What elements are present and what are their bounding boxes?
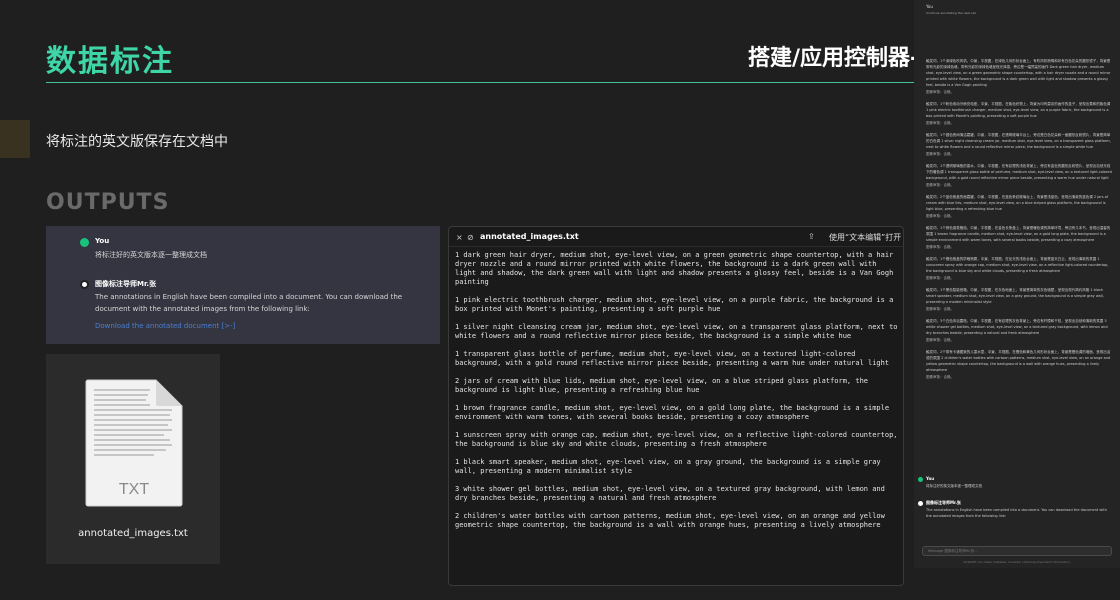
window-titlebar: × ⊘ annotated_images.txt ⇪ 使用“文本编辑”打开 [449, 227, 903, 247]
strip-user-name: You [926, 476, 935, 481]
file-content: 1 dark green hair dryer, medium shot, ey… [455, 251, 899, 539]
content-line: 3 white shower gel bottles, medium shot,… [455, 485, 885, 502]
strip-user-avatar [918, 477, 923, 482]
strip-review: 图像审核：合格。 [926, 183, 954, 187]
strip-annotation: 触发词，1个深绿色吹风机，中景，平视图，在绿色几何形状台面上，有吹风机喷嘴和印有… [926, 59, 1111, 87]
window-filename: annotated_images.txt [480, 232, 579, 241]
strip-review: 图像审核：合格。 [926, 152, 954, 156]
strip-footer: ChatGPT can make mistakes. Consider chec… [963, 560, 1071, 564]
strip-annotation: 触发词，1个橙色瓶盖的防晒喷雾，中景，平视图，在反光的浅色台面上，背景是蓝天白云… [926, 257, 1109, 273]
file-ext: TXT [119, 481, 149, 498]
strip-annotation: 触发词，1个银色夜间清洁霜罐，中景，平视图，在透明玻璃平台上，旁边是白色花朵和一… [926, 133, 1111, 149]
ban-icon[interactable]: ⊘ [467, 233, 474, 242]
strip-review: 图像审核：合格。 [926, 307, 954, 311]
strip-annotation: 触发词，2个蓝色瓶盖的面霜罐，中景，平视图，在蓝色条纹玻璃台上，背景是浅蓝色，呈… [926, 195, 1109, 211]
close-icon[interactable]: × [456, 233, 463, 242]
strip-user-text: 将标注好的英文版本逐一整理成文档 [926, 484, 982, 488]
strip-bot-text: The annotations in English have been com… [926, 508, 1107, 518]
slide-subtitle: 将标注的英文版保存在文档中 [46, 134, 228, 150]
content-line: 1 sunscreen spray with orange cap, mediu… [455, 431, 898, 448]
user-text: 将标注好的英文版本逐一整理成文档 [95, 251, 207, 259]
strip-annotation: 触发词，2个带有卡通图案的儿童水壶，中景，平视图，在橙色和黄色几何形状台面上，背… [926, 350, 1111, 372]
bot-avatar [80, 280, 89, 289]
strip-annotation: 触发词，1个粉色电动牙刷充电座，中景，平视图，在紫色织物上，背景为印有莫奈的画作… [926, 102, 1111, 118]
content-line: 2 jars of cream with blue lids, medium s… [455, 377, 869, 394]
strip-input-placeholder: Message 图像标注导师Mr.张... [928, 549, 978, 553]
strip-review: 图像审核：合格。 [926, 90, 954, 94]
strip-review: 图像审核：合格。 [926, 214, 954, 218]
strip-review: 图像审核：合格。 [926, 245, 954, 249]
strip-top-sub: Continue annotating the next set [926, 11, 976, 15]
strip-bot-name: 图像标注导师Mr.张 [926, 500, 961, 505]
strip-review: 图像审核：合格。 [926, 276, 954, 280]
strip-review: 图像审核：合格。 [926, 375, 954, 379]
strip-annotations: 触发词，1个深绿色吹风机，中景，平视图，在绿色几何形状台面上，有吹风机喷嘴和印有… [926, 58, 1112, 386]
text-preview-window: × ⊘ annotated_images.txt ⇪ 使用“文本编辑”打开 1 … [448, 226, 904, 586]
open-with-button[interactable]: 使用“文本编辑”打开 [829, 232, 901, 243]
chat-panel: You 将标注好的英文版本逐一整理成文档 图像标注导师Mr.张 The anno… [46, 226, 440, 344]
strip-annotation: 触发词，1个透明玻璃瓶的香水，中景，平视图，在有纹理的浅色背景上，旁边有金色的圆… [926, 164, 1112, 180]
outputs-heading: OUTPUTS [46, 190, 170, 215]
content-line: 1 black smart speaker, medium shot, eye-… [455, 458, 881, 475]
content-line: 1 transparent glass bottle of perfume, m… [455, 350, 890, 367]
accent-block [0, 120, 30, 158]
bot-text: The annotations in English have been com… [95, 293, 403, 313]
strip-review: 图像审核：合格。 [926, 338, 954, 342]
user-name: You [95, 237, 110, 245]
slide-title: 数据标注 [46, 44, 174, 79]
strip-annotation: 触发词，1个黑色智能音箱，中景，平视图，在灰色地面上，背景是简单的灰色墙壁，呈现… [926, 288, 1104, 304]
txt-file-icon: TXT [85, 379, 183, 507]
user-avatar [80, 238, 89, 247]
bot-name: 图像标注导师Mr.张 [95, 280, 157, 288]
strip-bot-avatar [918, 501, 923, 506]
share-icon[interactable]: ⇪ [808, 232, 815, 241]
strip-top-title: You [926, 4, 933, 9]
strip-annotation: 触发词，1个棕色香薰蜡烛，中景，平视图，在金色长条盘上，背景是暖色调的简单环境，… [926, 226, 1111, 242]
strip-message-input[interactable]: Message 图像标注导师Mr.张... [922, 546, 1112, 556]
strip-review: 图像审核：合格。 [926, 121, 954, 125]
file-name: annotated_images.txt [78, 528, 188, 539]
content-line: 1 silver night cleansing cream jar, medi… [455, 323, 898, 340]
content-line: 1 brown fragrance candle, medium shot, e… [455, 404, 890, 421]
chat-preview-strip: You Continue annotating the next set 触发词… [914, 0, 1120, 568]
content-line: 2 children's water bottles with cartoon … [455, 512, 885, 529]
strip-annotation: 触发词，3个白色沐浴露瓶，中景，平视图，在有纹理的灰色背景上，旁边有柠檬和干枝，… [926, 319, 1108, 335]
content-line: 1 pink electric toothbrush charger, medi… [455, 296, 894, 313]
file-tile[interactable]: TXT annotated_images.txt [46, 354, 220, 564]
download-link[interactable]: Download the annotated document [>-] [95, 322, 235, 330]
content-line: 1 dark green hair dryer, medium shot, ey… [455, 251, 894, 286]
